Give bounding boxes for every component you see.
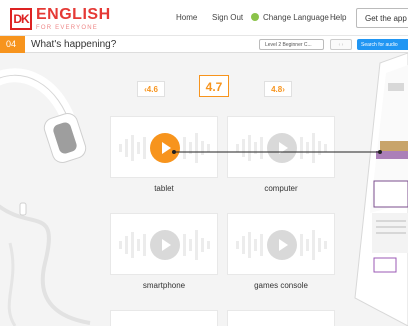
nav-home-link[interactable]: Home xyxy=(176,13,197,22)
nav-sign-out-link[interactable]: Sign Out xyxy=(212,13,243,22)
pointer-line xyxy=(172,150,382,154)
top-nav: DK ENGLISH FOR EVERYONE Home Sign Out Ch… xyxy=(0,0,408,36)
dk-logo-mark: DK xyxy=(10,7,32,30)
logo-title: ENGLISH xyxy=(36,6,111,23)
level-pager[interactable]: ‹ › xyxy=(330,39,352,50)
level-select[interactable]: Level 2 Beginner C... xyxy=(259,39,324,50)
change-language-label: Change Language xyxy=(263,13,329,22)
lesson-title: What's happening? xyxy=(31,39,117,50)
search-audio-button[interactable]: Search for audio xyxy=(357,39,408,50)
logo-subtitle: FOR EVERYONE xyxy=(36,25,98,31)
lesson-number: 04 xyxy=(0,36,25,53)
nav-help-link[interactable]: Help xyxy=(330,13,346,22)
change-language-dropdown[interactable]: Change Language ⌄ xyxy=(251,13,338,22)
logo-text: ENGLISH FOR EVERYONE xyxy=(36,6,111,31)
lesson-bar: 04 What's happening? Level 2 Beginner C.… xyxy=(0,36,408,53)
get-app-button[interactable]: Get the app xyxy=(356,8,408,28)
dk-english-logo[interactable]: DK ENGLISH FOR EVERYONE xyxy=(10,6,111,31)
lesson-content: ‹4.6 4.7 4.8› tablet computer smartphone… xyxy=(0,53,408,326)
globe-icon xyxy=(251,13,259,21)
